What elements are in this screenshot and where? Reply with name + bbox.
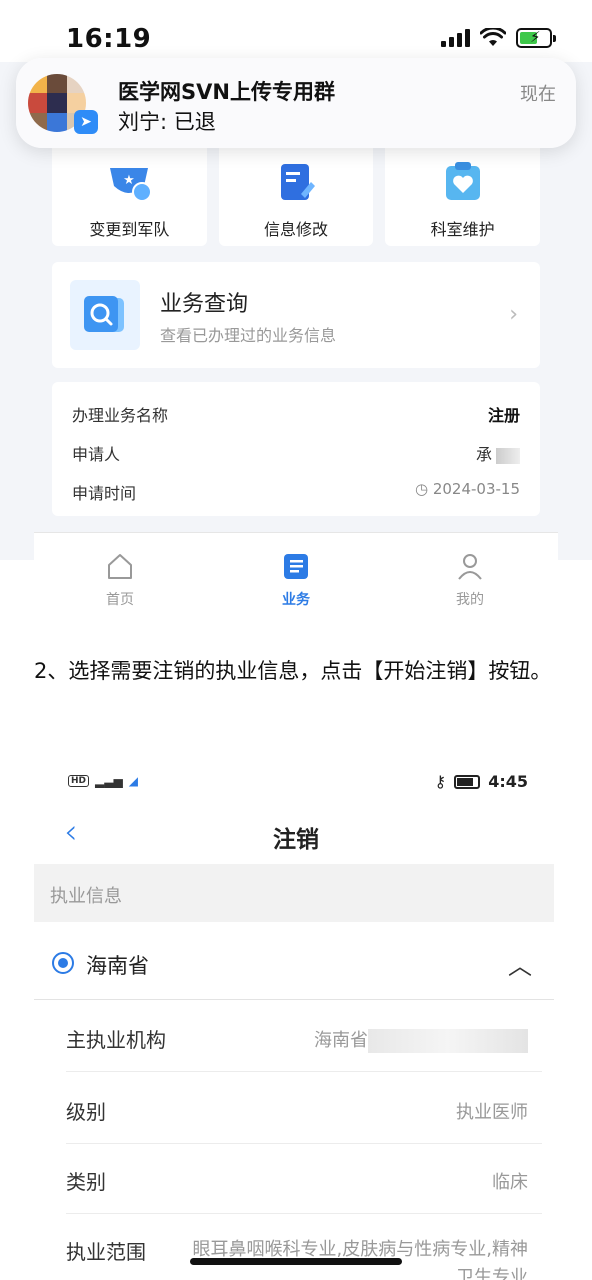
tab-mine[interactable]: 我的 (430, 541, 510, 609)
detail-row-category: 类别 临床 (66, 1144, 542, 1214)
record-value: 2024-03-15 (432, 480, 520, 498)
tile-label: 信息修改 (264, 220, 329, 239)
hd-icon: HD (68, 775, 90, 787)
record-row-applicant: 申请人 承 (72, 441, 520, 465)
business-record-card[interactable]: 办理业务名称 注册 申请人 承 申请时间 ◷ 2024-03-15 (52, 382, 540, 516)
record-time: ◷ 2024-03-15 (415, 480, 520, 498)
battery-icon (454, 774, 481, 789)
record-value: 注册 (487, 406, 520, 425)
edit-document-icon (281, 164, 315, 200)
service-tiles: ★ 变更到军队 信息修改 科室维护 (52, 146, 541, 246)
signal-icon (441, 29, 470, 47)
chat-notification-banner[interactable]: ➤ 医学网SVN上传专用群 刘宁: 已退 现在 (16, 58, 576, 148)
battery-icon: ⚡ (516, 28, 556, 48)
detail-row-scope: 执业范围 眼耳鼻咽喉科专业,皮肤病与性病专业,精神卫生专业 (66, 1214, 542, 1280)
status-left: HD ▂▃▅ ◢ (68, 774, 138, 788)
record-label: 办理业务名称 (72, 406, 169, 425)
section-header-label: 执业信息 (50, 886, 122, 907)
app-screenshot-top: 16:19 ⚡ ★ 变更到军队 信息修改 科室维护 业务查询 查看已办理过的业务… (0, 0, 592, 560)
detail-value: 执业医师 (456, 1102, 528, 1123)
tab-label: 业务 (282, 592, 310, 608)
notification-title: 医学网SVN上传专用群 (118, 80, 335, 104)
status-bar: 16:19 ⚡ (0, 0, 592, 62)
record-row-name: 办理业务名称 注册 (72, 402, 520, 426)
tile-info-edit[interactable]: 信息修改 (218, 146, 374, 246)
user-icon (458, 554, 482, 580)
business-query-title: 业务查询 (160, 292, 249, 317)
tile-label: 科室维护 (430, 220, 495, 239)
radio-selected-icon[interactable] (52, 952, 74, 974)
bottom-tabbar: 首页 业务 我的 (34, 532, 558, 610)
status-time: 16:19 (66, 24, 152, 54)
chevron-right-icon: › (509, 302, 518, 327)
tab-business[interactable]: 业务 (256, 541, 336, 609)
detail-row-institution: 主执业机构 海南省 (66, 1002, 542, 1072)
record-label: 申请人 (72, 445, 121, 464)
record-applicant: 承 (476, 441, 520, 465)
military-badge-icon: ★ (110, 168, 153, 202)
search-document-icon (70, 280, 140, 350)
status-right: ⚷ 4:45 (434, 772, 528, 791)
business-query-subtitle: 查看已办理过的业务信息 (160, 326, 337, 345)
instruction-text: 2、选择需要注销的执业信息，点击【开始注销】按钮。 (34, 659, 552, 683)
province-name: 海南省 (86, 954, 149, 978)
chevron-up-icon[interactable]: ︿ (508, 946, 532, 981)
key-icon: ⚷ (434, 772, 447, 791)
tab-label: 我的 (456, 592, 484, 608)
tile-change-to-military[interactable]: ★ 变更到军队 (52, 146, 207, 246)
status-time-2: 4:45 (488, 772, 528, 791)
redacted-block (496, 447, 520, 464)
signal-icon: ▂▃▅ (95, 774, 123, 788)
detail-label: 类别 (66, 1170, 106, 1194)
status-bar-2: HD ▂▃▅ ◢ ⚷ 4:45 (68, 772, 528, 796)
business-query-card[interactable]: 业务查询 查看已办理过的业务信息 › (52, 262, 540, 368)
page-title: 注销 (273, 827, 319, 853)
redacted-block (368, 1029, 528, 1053)
home-icon (108, 554, 132, 579)
svg-text:★: ★ (124, 173, 136, 188)
record-label: 申请时间 (72, 484, 137, 503)
detail-value: 临床 (492, 1172, 528, 1193)
province-option[interactable]: 海南省 ︿ (34, 922, 554, 1000)
tab-home[interactable]: 首页 (80, 541, 160, 609)
heart-clipboard-icon (445, 162, 480, 200)
detail-row-level: 级别 执业医师 (66, 1074, 542, 1144)
detail-value: 海南省 (314, 1030, 368, 1051)
section-header: 执业信息 (34, 864, 554, 922)
app-badge-icon: ➤ (74, 110, 98, 134)
home-indicator[interactable] (190, 1258, 402, 1265)
detail-label: 执业范围 (66, 1240, 146, 1264)
clock-icon: ◷ (414, 480, 429, 498)
detail-label: 主执业机构 (66, 1028, 166, 1052)
detail-label: 级别 (66, 1100, 106, 1124)
record-row-time: 申请时间 ◷ 2024-03-15 (72, 480, 520, 504)
notification-time: 现在 (520, 84, 556, 105)
nav-bar: ‹ 注销 (34, 810, 558, 860)
cast-icon: ◢ (128, 774, 138, 788)
status-icons: ⚡ (441, 28, 556, 48)
business-doc-icon (284, 554, 308, 579)
tab-label: 首页 (106, 592, 134, 608)
detail-value-wrap: 海南省 (314, 1026, 528, 1053)
wifi-icon (480, 28, 506, 46)
tile-department-maintenance[interactable]: 科室维护 (385, 146, 541, 246)
tile-label: 变更到军队 (89, 220, 170, 239)
record-value: 承 (475, 445, 492, 464)
notification-message: 刘宁: 已退 (118, 110, 216, 134)
